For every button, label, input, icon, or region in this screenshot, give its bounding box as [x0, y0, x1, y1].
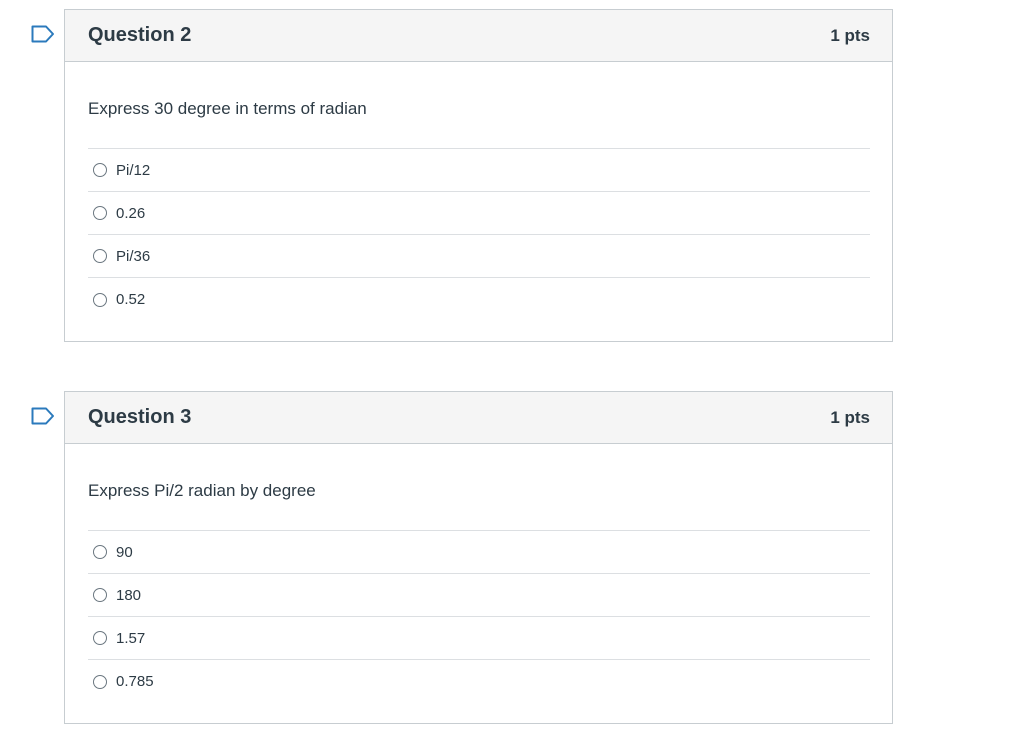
question-header: Question 3 1 pts	[65, 392, 892, 444]
answer-label: 90	[116, 543, 133, 561]
answer-label: 0.785	[116, 673, 154, 690]
question-title: Question 2	[88, 24, 192, 46]
answer-label: 0.52	[116, 291, 146, 308]
question-text: Express Pi/2 radian by degree	[88, 444, 870, 531]
question-body: Express 30 degree in terms of radian Pi/…	[65, 62, 892, 321]
answer-label: Pi/12	[116, 161, 151, 179]
radio-button-icon[interactable]	[93, 588, 107, 602]
radio-button-icon[interactable]	[93, 206, 107, 220]
radio-button-icon[interactable]	[93, 631, 107, 645]
answer-label: Pi/36	[116, 247, 151, 265]
answer-option[interactable]: 0.52	[88, 278, 870, 321]
answer-list: Pi/12 0.26 Pi/36 0.52	[88, 149, 870, 321]
radio-button-icon[interactable]	[93, 292, 107, 307]
question-title: Question 3	[88, 406, 192, 428]
answer-option[interactable]: Pi/12	[88, 149, 870, 192]
flag-question-icon[interactable]	[31, 407, 55, 425]
question-body: Express Pi/2 radian by degree 90 180 1.5…	[65, 444, 892, 703]
question-card: Question 3 1 pts Express Pi/2 radian by …	[64, 391, 893, 724]
answer-option[interactable]: 180	[88, 574, 870, 617]
answer-option[interactable]: 0.26	[88, 192, 870, 235]
answer-label: 0.26	[116, 204, 146, 222]
answer-option[interactable]: 90	[88, 531, 870, 574]
question-header: Question 2 1 pts	[65, 10, 892, 62]
question-points: 1 pts	[830, 407, 870, 427]
answer-label: 1.57	[116, 629, 146, 647]
answer-list: 90 180 1.57 0.785	[88, 531, 870, 703]
answer-option[interactable]: Pi/36	[88, 235, 870, 278]
answer-label: 180	[116, 586, 142, 604]
radio-button-icon[interactable]	[93, 545, 107, 559]
radio-button-icon[interactable]	[93, 249, 107, 263]
answer-option[interactable]: 0.785	[88, 660, 870, 703]
answer-option[interactable]: 1.57	[88, 617, 870, 660]
radio-button-icon[interactable]	[93, 163, 107, 177]
question-points: 1 pts	[830, 25, 870, 45]
question-text: Express 30 degree in terms of radian	[88, 62, 870, 149]
flag-question-icon[interactable]	[31, 25, 55, 43]
question-card: Question 2 1 pts Express 30 degree in te…	[64, 9, 893, 342]
radio-button-icon[interactable]	[93, 674, 107, 689]
